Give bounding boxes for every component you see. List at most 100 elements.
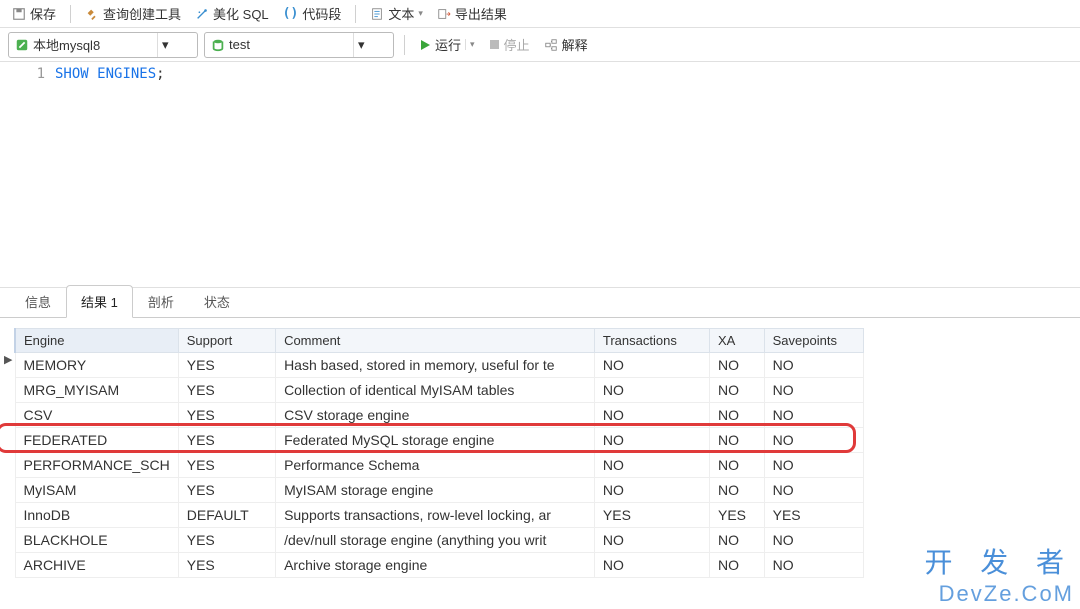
table-cell[interactable]: BLACKHOLE xyxy=(15,528,178,553)
table-cell[interactable]: NO xyxy=(764,403,863,428)
beautify-sql-button[interactable]: 美化 SQL xyxy=(191,2,273,25)
table-cell[interactable]: NO xyxy=(764,353,863,378)
table-cell[interactable]: NO xyxy=(594,378,709,403)
table-cell[interactable]: YES xyxy=(178,353,275,378)
table-cell[interactable]: NO xyxy=(764,453,863,478)
connection-text: 本地mysql8 xyxy=(33,35,153,54)
toolbar-top: 保存 查询创建工具 美化 SQL () 代码段 文本 ▾ 导出结果 xyxy=(0,0,1080,28)
table-cell[interactable]: YES xyxy=(178,403,275,428)
col-xa[interactable]: XA xyxy=(709,329,764,353)
hammer-icon xyxy=(85,7,99,21)
table-cell[interactable]: NO xyxy=(764,428,863,453)
table-cell[interactable]: NO xyxy=(764,553,863,578)
table-cell[interactable]: /dev/null storage engine (anything you w… xyxy=(276,528,595,553)
table-cell[interactable]: NO xyxy=(594,403,709,428)
table-cell[interactable]: CSV xyxy=(15,403,178,428)
table-cell[interactable]: Federated MySQL storage engine xyxy=(276,428,595,453)
table-row[interactable]: MRG_MYISAMYESCollection of identical MyI… xyxy=(15,378,864,403)
table-cell[interactable]: NO xyxy=(764,478,863,503)
keyword: SHOW xyxy=(55,66,89,82)
table-cell[interactable]: NO xyxy=(764,528,863,553)
col-support[interactable]: Support xyxy=(178,329,275,353)
toolbar-second: 本地mysql8 ▾ test ▾ 运行 ▾ 停止 解释 xyxy=(0,28,1080,62)
run-button[interactable]: 运行 ▾ xyxy=(415,35,479,54)
export-label: 导出结果 xyxy=(455,4,507,23)
query-builder-button[interactable]: 查询创建工具 xyxy=(81,2,185,25)
snippet-button[interactable]: () 代码段 xyxy=(279,2,346,25)
col-savepoints[interactable]: Savepoints xyxy=(764,329,863,353)
table-row[interactable]: ARCHIVEYESArchive storage engineNONONO xyxy=(15,553,864,578)
table-row[interactable]: FEDERATEDYESFederated MySQL storage engi… xyxy=(15,428,864,453)
table-cell[interactable]: Collection of identical MyISAM tables xyxy=(276,378,595,403)
tab-profile[interactable]: 剖析 xyxy=(133,285,189,317)
connection-dropdown[interactable]: 本地mysql8 ▾ xyxy=(8,32,198,58)
table-row[interactable]: MEMORYYESHash based, stored in memory, u… xyxy=(15,353,864,378)
table-cell[interactable]: MyISAM storage engine xyxy=(276,478,595,503)
database-dropdown[interactable]: test ▾ xyxy=(204,32,394,58)
save-button[interactable]: 保存 xyxy=(8,2,60,25)
table-cell[interactable]: MEMORY xyxy=(15,353,178,378)
table-cell[interactable]: YES xyxy=(178,553,275,578)
table-cell[interactable]: NO xyxy=(594,478,709,503)
table-cell[interactable]: Supports transactions, row-level locking… xyxy=(276,503,595,528)
table-cell[interactable]: YES xyxy=(178,428,275,453)
table-cell[interactable]: Archive storage engine xyxy=(276,553,595,578)
table-cell[interactable]: NO xyxy=(594,528,709,553)
table-cell[interactable]: YES xyxy=(764,503,863,528)
table-cell[interactable]: NO xyxy=(709,428,764,453)
explain-button[interactable]: 解释 xyxy=(540,35,592,54)
table-cell[interactable]: YES xyxy=(594,503,709,528)
table-row[interactable]: InnoDBDEFAULTSupports transactions, row-… xyxy=(15,503,864,528)
table-cell[interactable]: NO xyxy=(709,403,764,428)
table-cell[interactable]: YES xyxy=(178,378,275,403)
table-cell[interactable]: NO xyxy=(764,378,863,403)
table-cell[interactable]: NO xyxy=(594,428,709,453)
table-cell[interactable]: NO xyxy=(709,478,764,503)
table-cell[interactable]: YES xyxy=(709,503,764,528)
tab-info[interactable]: 信息 xyxy=(10,285,66,317)
table-cell[interactable]: Performance Schema xyxy=(276,453,595,478)
punct: ; xyxy=(156,66,164,82)
table-cell[interactable]: YES xyxy=(178,453,275,478)
tab-status[interactable]: 状态 xyxy=(189,285,245,317)
table-cell[interactable]: CSV storage engine xyxy=(276,403,595,428)
watermark-bottom: DevZe.CoM xyxy=(924,581,1074,607)
col-comment[interactable]: Comment xyxy=(276,329,595,353)
tab-result[interactable]: 结果 1 xyxy=(66,285,133,318)
text-button[interactable]: 文本 ▾ xyxy=(366,2,427,25)
table-cell[interactable]: MyISAM xyxy=(15,478,178,503)
export-button[interactable]: 导出结果 xyxy=(433,2,511,25)
table-row[interactable]: PERFORMANCE_SCHYESPerformance SchemaNONO… xyxy=(15,453,864,478)
table-cell[interactable]: DEFAULT xyxy=(178,503,275,528)
result-tabs: 信息 结果 1 剖析 状态 xyxy=(0,288,1080,318)
wand-icon xyxy=(195,7,209,21)
col-transactions[interactable]: Transactions xyxy=(594,329,709,353)
table-cell[interactable]: FEDERATED xyxy=(15,428,178,453)
table-row[interactable]: CSVYESCSV storage engineNONONO xyxy=(15,403,864,428)
table-cell[interactable]: NO xyxy=(709,553,764,578)
table-cell[interactable]: NO xyxy=(709,528,764,553)
stop-icon xyxy=(489,39,500,50)
table-cell[interactable]: NO xyxy=(709,353,764,378)
export-icon xyxy=(437,7,451,21)
save-icon xyxy=(12,7,26,21)
table-cell[interactable]: ARCHIVE xyxy=(15,553,178,578)
col-engine[interactable]: Engine xyxy=(15,329,178,353)
beautify-label: 美化 SQL xyxy=(213,4,269,23)
table-cell[interactable]: InnoDB xyxy=(15,503,178,528)
line-number: 1 xyxy=(37,66,45,82)
table-cell[interactable]: NO xyxy=(594,553,709,578)
chevron-down-icon: ▾ xyxy=(157,33,169,57)
table-cell[interactable]: NO xyxy=(594,353,709,378)
table-row[interactable]: BLACKHOLEYES/dev/null storage engine (an… xyxy=(15,528,864,553)
table-cell[interactable]: MRG_MYISAM xyxy=(15,378,178,403)
sql-editor[interactable]: 1 SHOW ENGINES; xyxy=(0,62,1080,288)
table-cell[interactable]: NO xyxy=(709,378,764,403)
table-row[interactable]: MyISAMYESMyISAM storage engineNONONO xyxy=(15,478,864,503)
table-cell[interactable]: Hash based, stored in memory, useful for… xyxy=(276,353,595,378)
table-cell[interactable]: PERFORMANCE_SCH xyxy=(15,453,178,478)
table-cell[interactable]: NO xyxy=(709,453,764,478)
table-cell[interactable]: YES xyxy=(178,478,275,503)
table-cell[interactable]: YES xyxy=(178,528,275,553)
table-cell[interactable]: NO xyxy=(594,453,709,478)
